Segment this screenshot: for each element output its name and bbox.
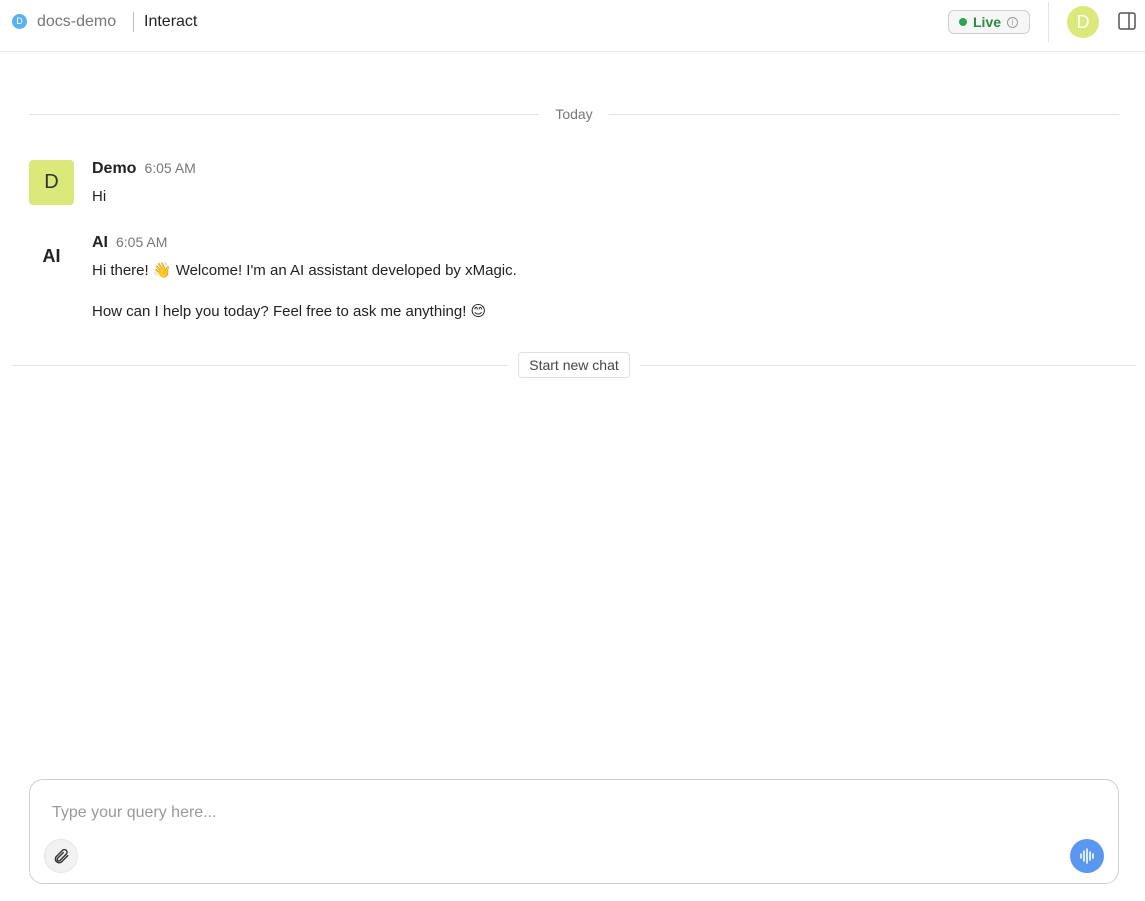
breadcrumb-separator bbox=[133, 12, 134, 32]
message-time: 6:05 AM bbox=[116, 234, 168, 250]
message-header: AI 6:05 AM bbox=[92, 234, 167, 252]
query-input[interactable] bbox=[52, 800, 1092, 826]
header-divider bbox=[1048, 2, 1049, 42]
user-avatar[interactable]: D bbox=[1067, 6, 1099, 38]
date-label: Today bbox=[555, 106, 593, 122]
divider-line bbox=[12, 365, 508, 366]
date-divider: Today bbox=[29, 104, 1119, 126]
page-title: Interact bbox=[144, 13, 198, 30]
voice-input-button[interactable] bbox=[1070, 839, 1104, 873]
live-status-badge[interactable]: Live i bbox=[948, 10, 1030, 34]
message-text: Hi bbox=[92, 188, 107, 205]
message-header: Demo 6:05 AM bbox=[92, 160, 196, 178]
message-time: 6:05 AM bbox=[144, 160, 196, 176]
divider-line bbox=[609, 114, 1119, 115]
live-label: Live bbox=[973, 14, 1002, 30]
message-composer bbox=[29, 779, 1119, 884]
breadcrumb-workspace[interactable]: docs-demo bbox=[37, 12, 116, 32]
message-author: Demo bbox=[92, 160, 137, 177]
chat-message-ai: AI AI 6:05 AM Hi there! 👋 Welcome! I'm an… bbox=[29, 234, 729, 334]
message-avatar: D bbox=[29, 160, 74, 205]
message-avatar: AI bbox=[42, 246, 61, 266]
sidebar-panel-icon[interactable] bbox=[1118, 12, 1136, 30]
divider-line bbox=[640, 365, 1136, 366]
message-text: How can I help you today? Feel free to a… bbox=[92, 303, 487, 320]
message-text: Hi there! 👋 Welcome! I'm an AI assistant… bbox=[92, 262, 517, 279]
live-dot-icon bbox=[959, 18, 967, 26]
waveform-icon bbox=[1080, 848, 1094, 864]
chat-message-user: D Demo 6:05 AM Hi bbox=[29, 160, 629, 220]
message-author: AI bbox=[92, 234, 108, 251]
attach-button[interactable] bbox=[44, 839, 78, 873]
start-new-chat-button[interactable]: Start new chat bbox=[518, 352, 630, 378]
paperclip-icon bbox=[54, 848, 69, 864]
info-icon[interactable]: i bbox=[1007, 16, 1019, 28]
workspace-icon[interactable]: D bbox=[12, 14, 27, 29]
top-bar: D docs-demo Interact Live i D bbox=[0, 0, 1145, 52]
divider-line bbox=[29, 114, 539, 115]
